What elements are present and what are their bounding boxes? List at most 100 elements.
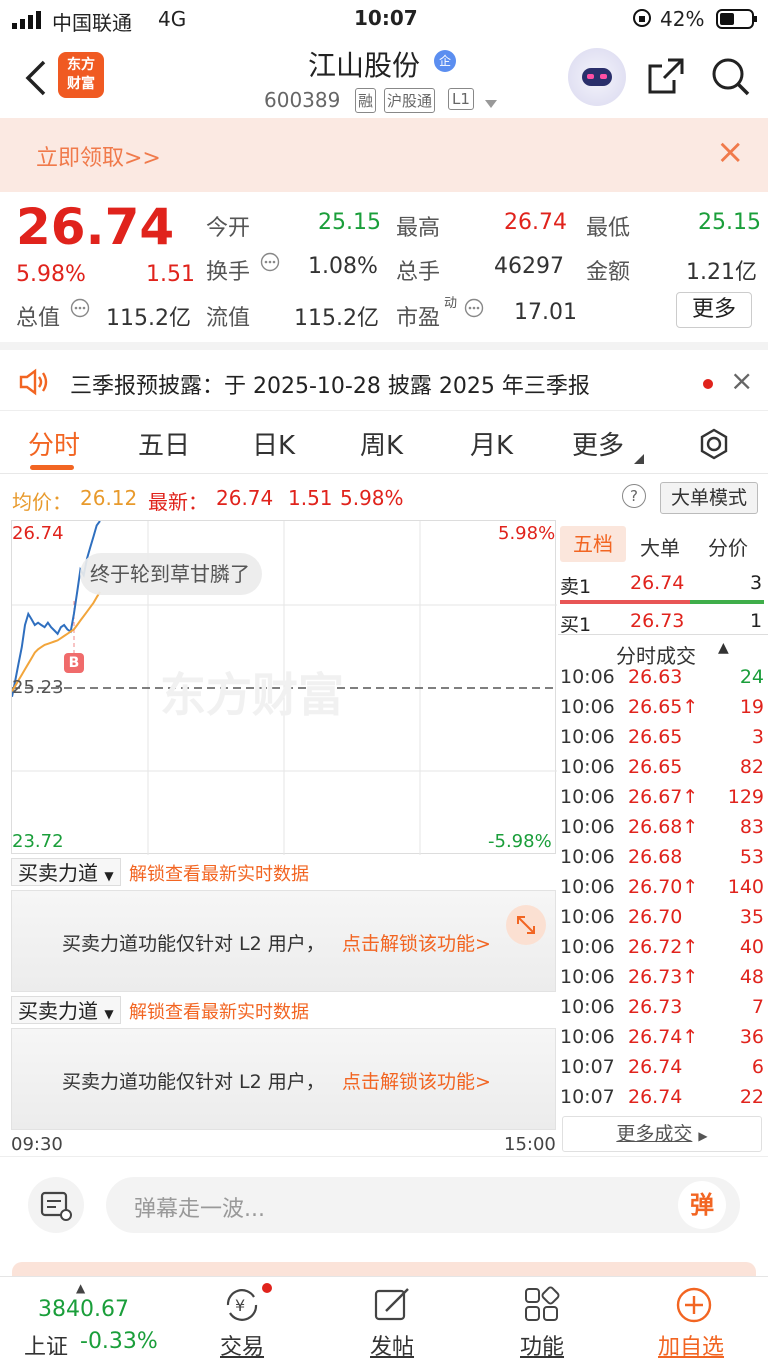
carrier-label: 中国联通 — [52, 11, 132, 35]
trade-row: 10:06 26.68 53 — [558, 846, 768, 876]
clock: 10:07 — [354, 6, 418, 30]
last-price: 26.74 — [16, 198, 175, 256]
caret-up-icon[interactable]: ▲ — [718, 640, 729, 656]
buy1-volume: 1 — [750, 610, 763, 632]
trade-price: 26.73 — [628, 996, 683, 1018]
trade-time: 10:06 — [560, 876, 615, 898]
announcement-text[interactable]: 三季报预披露：于 2025-10-28 披露 2025 年三季报 — [70, 368, 590, 400]
close-icon[interactable]: × — [716, 132, 745, 172]
danmu-input[interactable]: 弹幕走一波... 弹 — [106, 1177, 740, 1233]
nav-functions-label: 功能 — [520, 1335, 565, 1360]
flow-locked-box[interactable]: 买卖力道功能仅针对 L2 用户， 点击解锁该功能> — [11, 890, 556, 992]
close-icon[interactable]: × — [730, 364, 753, 397]
flow-select[interactable]: 买卖力道 ▼ — [11, 858, 121, 886]
caret-down-icon[interactable] — [484, 94, 498, 113]
intraday-chart[interactable]: 东方财富 26.74 25.23 23.72 5.98% -5.98% 终于轮到… — [11, 520, 557, 855]
danmu-send-button[interactable]: 弹 — [678, 1181, 726, 1229]
trade-price: 26.74↑ — [628, 1026, 699, 1048]
tab-price-dist[interactable]: 分价 — [708, 532, 748, 561]
sell-ratio-bar — [560, 600, 690, 604]
tab-more[interactable]: 更多 — [572, 425, 624, 462]
plus-circle-icon — [674, 1285, 714, 1331]
trade-time: 10:07 — [560, 1056, 615, 1078]
flow-unlock-link[interactable]: 解锁查看最新实时数据 — [129, 998, 309, 1024]
tag-margin: 融 — [355, 88, 377, 113]
promo-banner[interactable]: 立即领取>> × — [0, 118, 768, 192]
tab-monthly-k[interactable]: 月K — [470, 425, 513, 462]
more-trades-button[interactable]: 更多成交 ▶ — [562, 1116, 762, 1152]
nav-add-watchlist[interactable]: 加自选 — [618, 1277, 768, 1367]
caret-down-icon — [634, 449, 644, 468]
field-label-high: 最高 — [396, 216, 441, 241]
trade-row: 10:06 26.70 35 — [558, 906, 768, 936]
help-icon[interactable]: ? — [622, 484, 646, 508]
info-dots-icon[interactable] — [260, 252, 280, 276]
network-label: 4G — [158, 7, 187, 31]
sell1-price: 26.74 — [630, 572, 685, 594]
trade-row: 10:06 26.72↑ 40 — [558, 936, 768, 966]
caret-right-icon: ▶ — [698, 1129, 708, 1143]
nav-post[interactable]: 发帖 — [318, 1277, 468, 1367]
trade-row: 10:06 26.65 82 — [558, 756, 768, 786]
bottom-nav: ▲ 3840.67 上证 -0.33% ¥ 交易 发帖 功能 加自选 — [0, 1276, 768, 1366]
flow-unlock-action[interactable]: 点击解锁该功能> — [342, 929, 491, 956]
gear-icon[interactable] — [697, 427, 731, 465]
trade-volume: 40 — [739, 936, 764, 958]
tag-hk-connect: 沪股通 — [384, 88, 436, 113]
tab-intraday[interactable]: 分时 — [28, 425, 80, 462]
field-value-open: 25.15 — [318, 210, 381, 235]
buy-marker[interactable]: B — [64, 653, 84, 673]
promo-text[interactable]: 立即领取>> — [36, 140, 161, 172]
trade-volume: 19 — [739, 696, 764, 718]
trade-row: 10:06 26.68↑ 83 — [558, 816, 768, 846]
flow-locked-box[interactable]: 买卖力道功能仅针对 L2 用户， 点击解锁该功能> — [11, 1028, 556, 1130]
danmu-bubble[interactable]: 终于轮到草甘膦了 — [80, 553, 262, 595]
trade-volume: 48 — [739, 966, 764, 988]
trade-time: 10:06 — [560, 696, 615, 718]
search-icon[interactable] — [710, 56, 752, 102]
battery-percent: 42% — [660, 7, 705, 31]
big-order-mode-button[interactable]: 大单模式 — [660, 482, 758, 514]
trade-row: 10:06 26.74↑ 36 — [558, 1026, 768, 1056]
field-label-market-cap: 总值 — [16, 306, 61, 331]
info-dots-icon[interactable] — [70, 298, 90, 322]
expand-icon[interactable] — [506, 905, 546, 945]
price-summary-line: 均价： 26.12 最新： 26.74 1.51 5.98% ? 大单模式 — [0, 474, 768, 520]
assistant-avatar[interactable] — [568, 48, 626, 106]
tab-level5[interactable]: 五档 — [560, 526, 626, 562]
tab-weekly-k[interactable]: 周K — [360, 425, 403, 462]
trades-title: 分时成交 — [616, 644, 696, 668]
active-tab-indicator — [30, 465, 74, 470]
index-ticker[interactable]: ▲ 3840.67 上证 -0.33% — [8, 1277, 158, 1367]
field-label-open: 今开 — [206, 216, 251, 241]
tab-five-day[interactable]: 五日 — [138, 425, 190, 462]
tag-level: L1 — [448, 88, 474, 110]
trade-volume: 53 — [739, 846, 764, 868]
status-bar: 中国联通 4G 10:07 42% — [0, 0, 768, 38]
flow-unlock-action[interactable]: 点击解锁该功能> — [342, 1067, 491, 1094]
buy-ratio-bar — [690, 600, 764, 604]
field-value-float-cap: 115.2亿 — [294, 306, 379, 331]
field-value-turnover: 1.08% — [308, 254, 378, 279]
danmu-settings-icon[interactable] — [28, 1177, 84, 1233]
trade-price: 26.72↑ — [628, 936, 699, 958]
flow-unlock-link[interactable]: 解锁查看最新实时数据 — [129, 860, 309, 886]
trade-price: 26.65 — [628, 726, 683, 748]
tab-daily-k[interactable]: 日K — [252, 425, 295, 462]
latest-label: 最新： — [148, 490, 208, 514]
share-icon[interactable] — [646, 56, 686, 100]
trade-row: 10:06 26.70↑ 140 — [558, 876, 768, 906]
chevron-left-icon[interactable] — [22, 58, 50, 102]
more-fields-button[interactable]: 更多 — [676, 292, 752, 328]
nav-trade[interactable]: ¥ 交易 — [168, 1277, 318, 1367]
trades-list: 10:06 26.63 24 10:06 26.65↑ 19 10:06 26.65 3 10:0… — [558, 666, 768, 1116]
trade-price: 26.70↑ — [628, 876, 699, 898]
flow-locked-msg: 买卖力道功能仅针对 L2 用户， — [62, 1071, 325, 1093]
nav-functions[interactable]: 功能 — [468, 1277, 618, 1367]
announcement-bar[interactable]: 三季报预披露：于 2025-10-28 披露 2025 年三季报 × — [0, 342, 768, 410]
chart-watermark: 东方财富 — [160, 668, 344, 722]
tab-big-orders[interactable]: 大单 — [640, 532, 680, 561]
flow-select[interactable]: 买卖力道 ▼ — [11, 996, 121, 1024]
nav-add-watchlist-label: 加自选 — [658, 1335, 725, 1360]
info-dots-icon[interactable] — [464, 298, 484, 322]
